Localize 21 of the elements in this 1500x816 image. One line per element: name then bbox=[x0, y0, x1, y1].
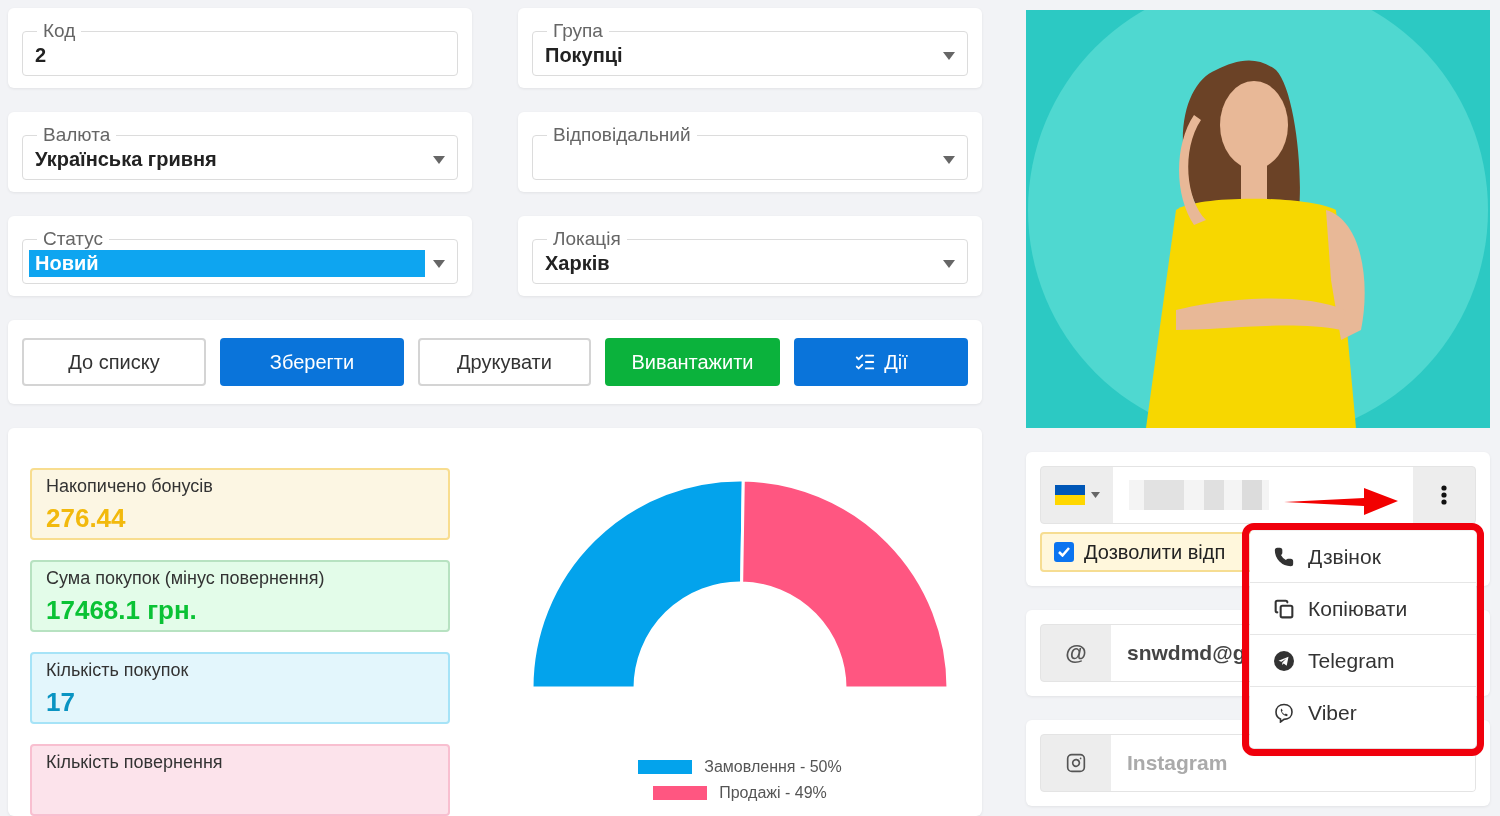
field-value: Харків bbox=[544, 251, 611, 276]
field-label: Локація bbox=[552, 228, 622, 250]
field-label: Відповідальний bbox=[552, 124, 692, 146]
stat-value: 276.44 bbox=[46, 503, 127, 534]
field-value: 2 bbox=[34, 43, 48, 68]
field-label: Код bbox=[42, 20, 77, 42]
stat-label: Сума покупок (мінус повернення) bbox=[46, 568, 326, 589]
stat-label: Накопичено бонусів bbox=[46, 476, 214, 497]
stat-label: Кількість повернення bbox=[46, 752, 224, 773]
field-value: Новий bbox=[29, 250, 425, 277]
stat-value: 17 bbox=[46, 687, 76, 718]
stat-value: 17468.1 грн. bbox=[46, 595, 198, 626]
at-sign: @ bbox=[1064, 639, 1088, 667]
stat-label: Кількість покупок bbox=[46, 660, 190, 681]
field-label: Валюта bbox=[42, 124, 112, 146]
field-value: Українська гривня bbox=[34, 147, 218, 172]
legend-label: Замовлення - 50% bbox=[704, 758, 842, 776]
field-label: Група bbox=[552, 20, 604, 42]
field-value: Покупці bbox=[544, 43, 624, 68]
field-label: Статус bbox=[42, 228, 105, 250]
legend-label: Продажі - 49% bbox=[719, 784, 827, 802]
